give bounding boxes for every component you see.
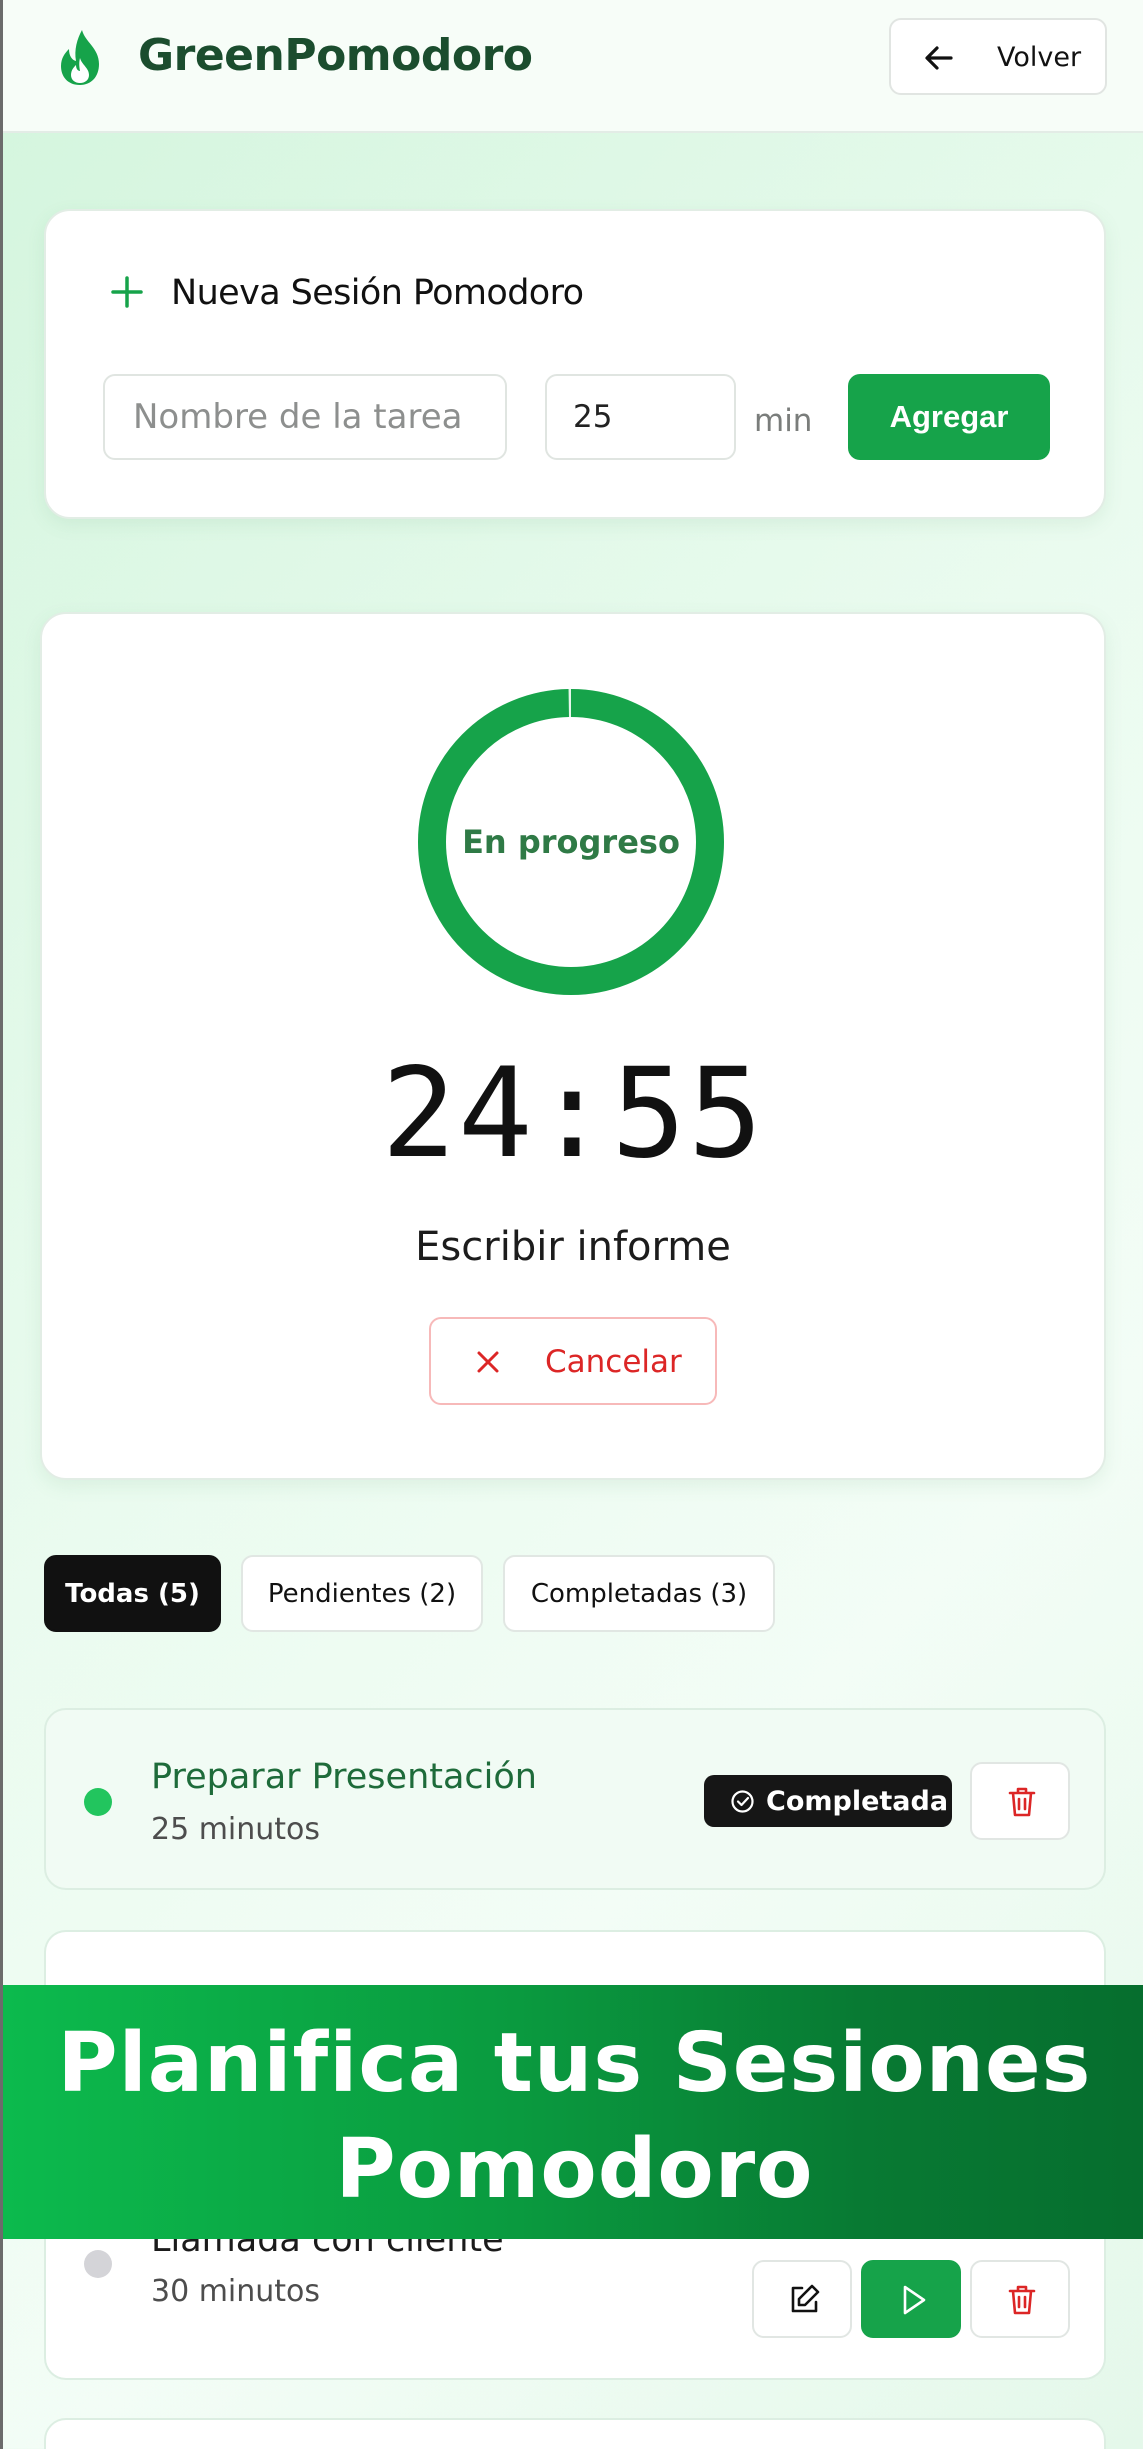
minutes-input[interactable] <box>545 374 736 460</box>
task-duration: 25 minutos <box>151 1812 321 1847</box>
task-name-input[interactable] <box>103 374 507 460</box>
check-circle-icon <box>731 1790 754 1813</box>
status-dot <box>84 2250 112 2278</box>
add-session-button[interactable]: Agregar <box>848 374 1050 460</box>
task-duration: 30 minutos <box>151 2274 321 2309</box>
app-header: GreenPomodoro Volver <box>3 0 1143 133</box>
app-title: GreenPomodoro <box>138 30 533 81</box>
start-task-button[interactable] <box>861 2260 961 2338</box>
banner-line-2: Pomodoro <box>335 2122 814 2217</box>
x-icon <box>477 1351 499 1373</box>
cancel-button[interactable]: Cancelar <box>429 1317 717 1405</box>
arrow-left-icon <box>925 46 953 70</box>
delete-task-button[interactable] <box>970 2260 1070 2338</box>
new-session-title: Nueva Sesión Pomodoro <box>171 273 584 313</box>
delete-task-button[interactable] <box>970 1762 1070 1840</box>
current-task-name: Escribir informe <box>415 1224 731 1270</box>
filter-all[interactable]: Todas (5) <box>44 1555 221 1632</box>
banner-headline: Planifica tus Sesiones Pomodoro <box>3 2011 1143 2223</box>
edit-icon <box>791 2284 820 2313</box>
cancel-button-label: Cancelar <box>545 1344 682 1380</box>
filter-pending[interactable]: Pendientes (2) <box>241 1555 483 1632</box>
back-button[interactable]: Volver <box>889 18 1107 95</box>
play-icon <box>903 2285 926 2315</box>
trash-icon <box>1008 2285 1036 2315</box>
timer-display: 24:55 <box>381 1042 765 1186</box>
task-row-partial <box>44 2418 1106 2449</box>
task-row-completed: Preparar Presentación 25 minutos Complet… <box>44 1708 1106 1890</box>
trash-icon <box>1008 1787 1036 1817</box>
banner-line-1: Planifica tus Sesiones <box>57 2016 1092 2111</box>
back-button-label: Volver <box>997 42 1082 73</box>
minutes-unit-label: min <box>754 403 813 439</box>
new-session-card: Nueva Sesión Pomodoro min Agregar <box>44 209 1106 519</box>
edit-task-button[interactable] <box>752 2260 852 2338</box>
promo-banner: Planifica tus Sesiones Pomodoro <box>3 1985 1143 2239</box>
timer-card: En progreso 24:55 Escribir informe Cance… <box>40 612 1106 1480</box>
completed-badge-label: Completada <box>766 1786 949 1817</box>
plus-icon <box>111 276 143 308</box>
task-title: Preparar Presentación <box>151 1757 537 1797</box>
completed-badge: Completada <box>704 1775 952 1827</box>
timer-status: En progreso <box>462 823 680 861</box>
flame-icon <box>61 30 99 85</box>
filter-completed[interactable]: Completadas (3) <box>503 1555 775 1632</box>
status-dot <box>84 1788 112 1816</box>
